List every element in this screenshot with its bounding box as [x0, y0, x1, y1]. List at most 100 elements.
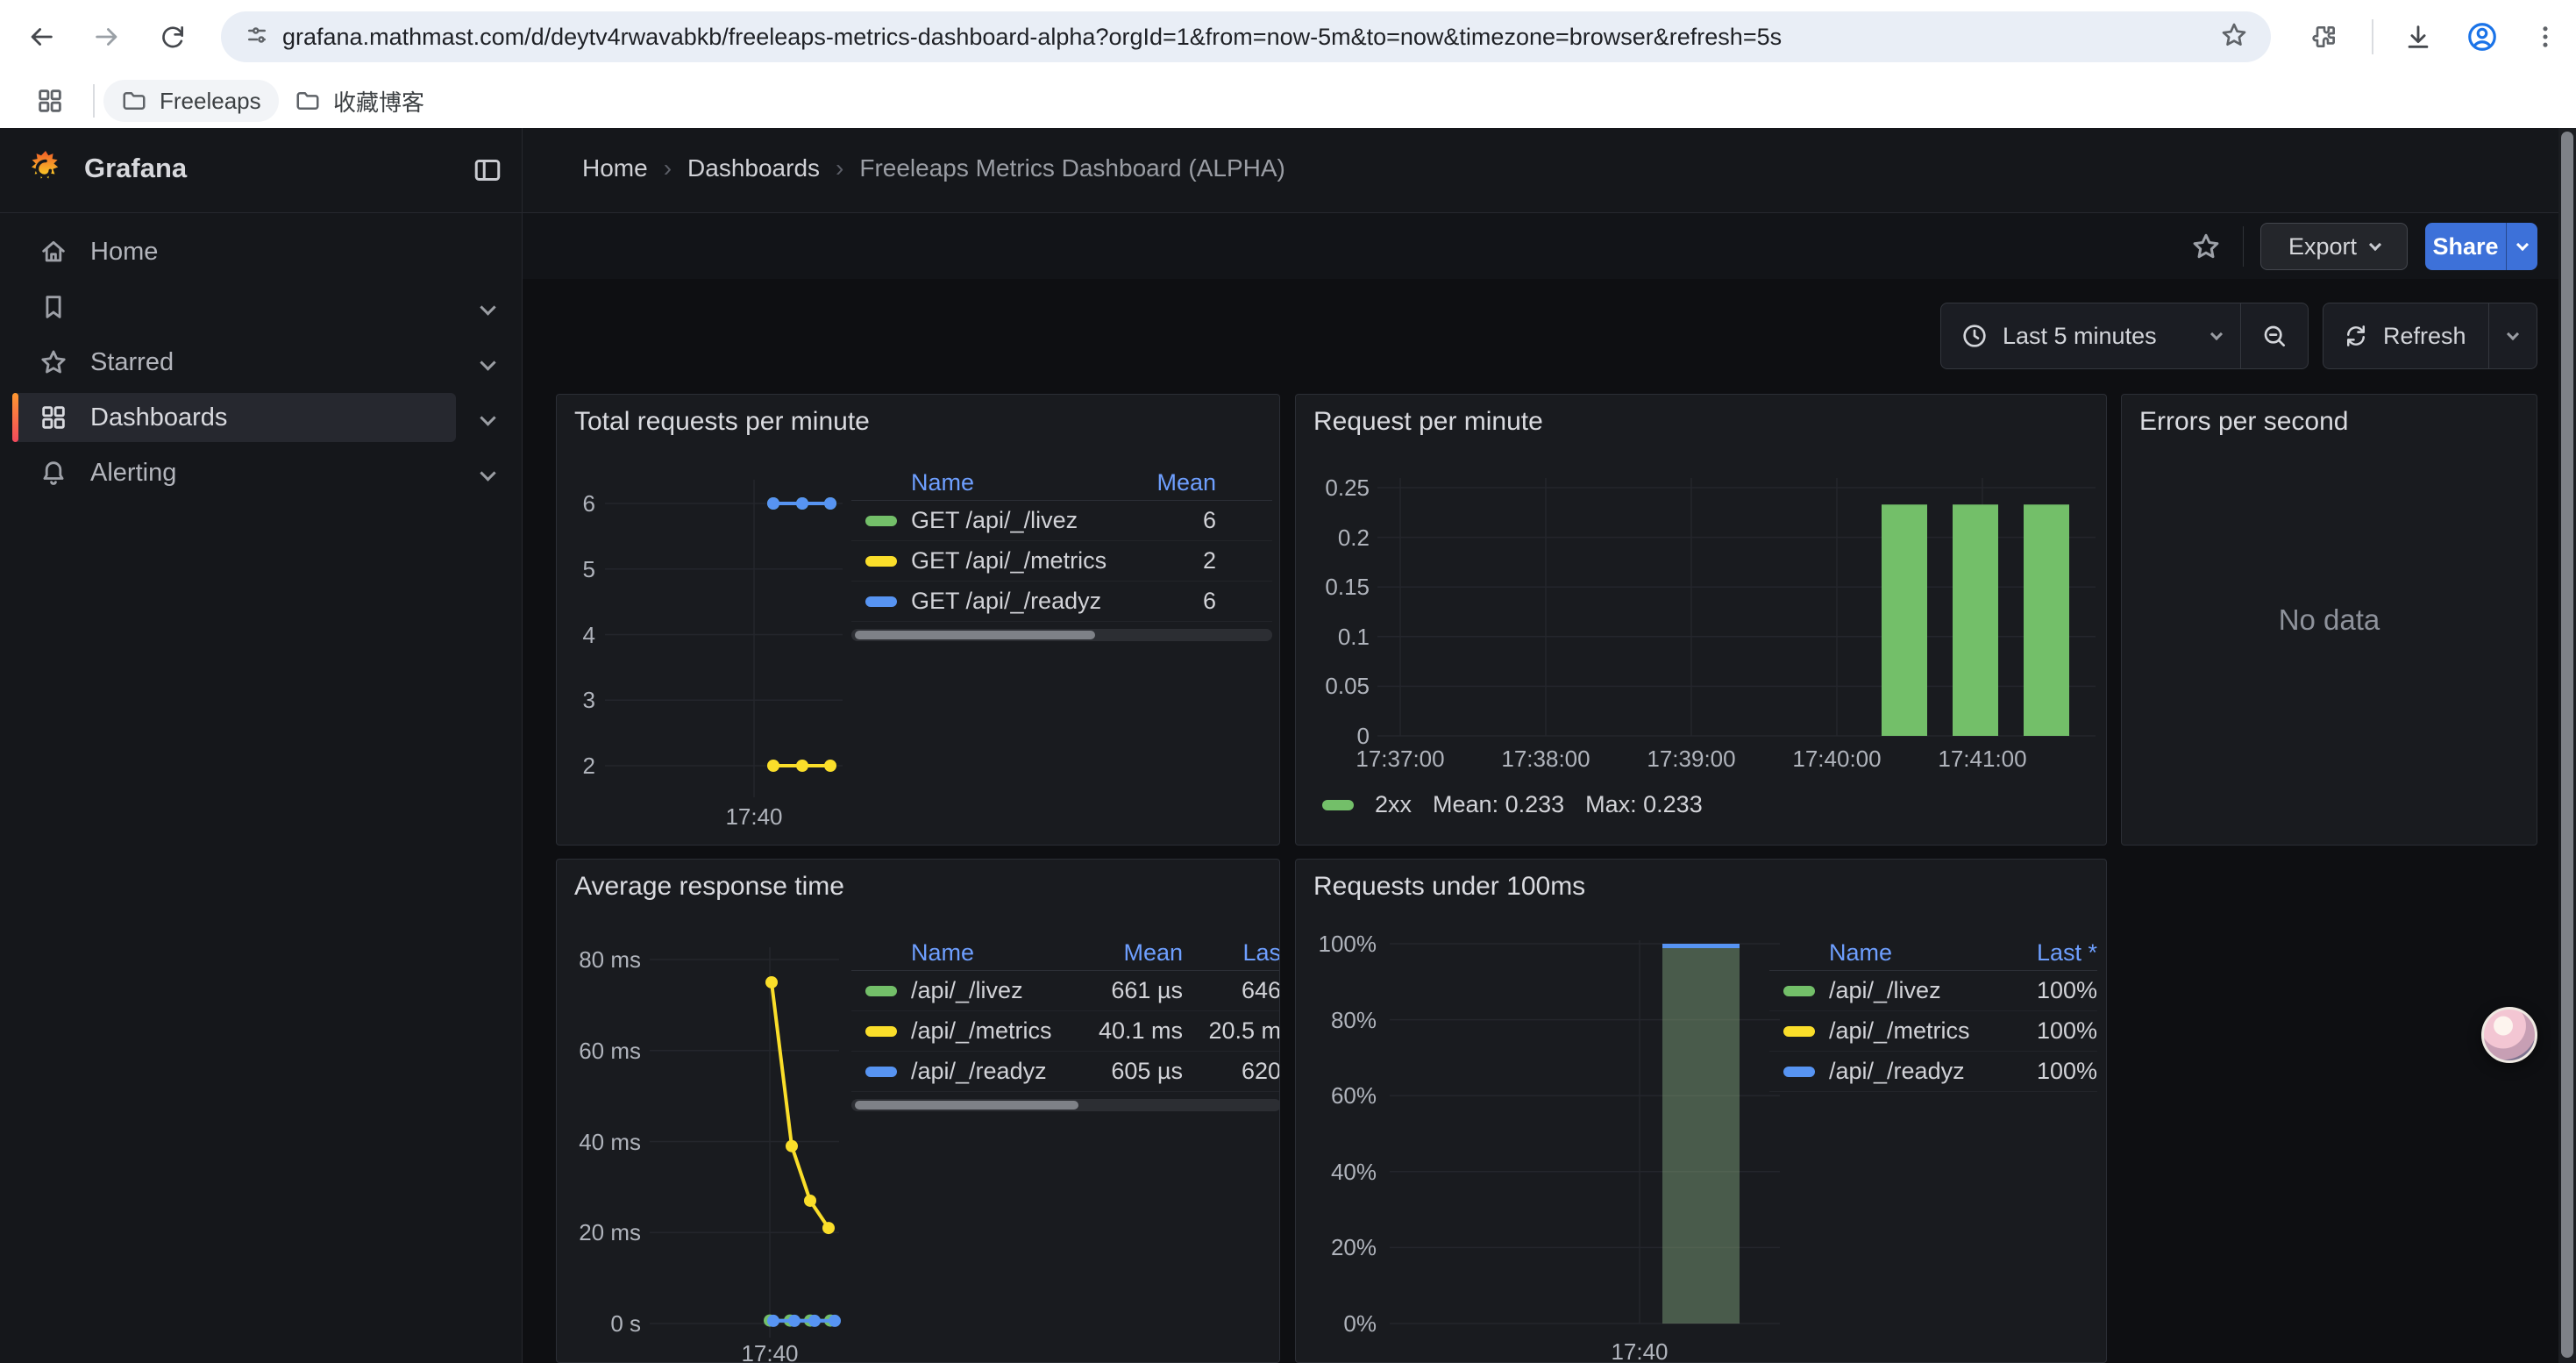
- assistant-avatar-button[interactable]: [2481, 1007, 2537, 1063]
- legend-row[interactable]: /api/_/readyz100%: [1769, 1052, 2097, 1092]
- downloads-icon[interactable]: [2393, 11, 2444, 62]
- sidebar-item-starred[interactable]: Starred: [0, 338, 522, 387]
- chevron-down-icon[interactable]: [480, 410, 495, 425]
- legend-row[interactable]: /api/_/livez661 µs646: [851, 971, 1280, 1011]
- zoom-out-icon: [2260, 322, 2288, 350]
- panel-request-per-minute[interactable]: Request per minute 0.250.20.150.10.05017…: [1295, 394, 2107, 846]
- share-dropdown[interactable]: [2506, 223, 2537, 270]
- series-mean: 605 µs: [1086, 1058, 1183, 1085]
- panel-title[interactable]: Request per minute: [1313, 407, 1543, 437]
- legend-header-name[interactable]: Name: [851, 939, 1086, 967]
- legend-row[interactable]: /api/_/metrics40.1 ms20.5 m: [851, 1011, 1280, 1052]
- refresh-label: Refresh: [2383, 323, 2466, 350]
- requests-under-100ms-chart[interactable]: 100%80%60%40%20%0%17:40: [1296, 860, 2106, 1362]
- legend-row[interactable]: GET /api/_/livez6: [851, 501, 1272, 541]
- x-tick: 17:41:00: [1908, 746, 2057, 772]
- x-tick: 17:39:00: [1617, 746, 1766, 772]
- legend-header-name[interactable]: Name: [1769, 939, 2001, 967]
- legend-row[interactable]: /api/_/livez100%: [1769, 971, 2097, 1011]
- scrollbar-thumb[interactable]: [855, 1101, 1078, 1110]
- apps-grid-icon[interactable]: [35, 86, 65, 120]
- dashboard-canvas: Last 5 minutes Refresh Total requests pe…: [523, 279, 2558, 1363]
- breadcrumb-separator: ›: [648, 154, 687, 182]
- time-range-picker[interactable]: Last 5 minutes: [1941, 303, 2240, 368]
- legend-scrollbar[interactable]: [851, 1099, 1280, 1111]
- series-pill: [865, 1026, 897, 1037]
- bookmark-folder-blogs[interactable]: 收藏博客: [277, 80, 442, 122]
- toolbar-divider: [2243, 226, 2244, 267]
- bookmark-icon: [39, 292, 68, 322]
- refresh-interval-dropdown[interactable]: [2489, 303, 2537, 368]
- series-name: /api/_/livez: [911, 977, 1086, 1004]
- legend-header-last[interactable]: Last *: [2001, 939, 2097, 967]
- legend-header-name[interactable]: Name: [851, 469, 1146, 496]
- x-tick: 17:37:00: [1326, 746, 1475, 772]
- panel-average-response-time[interactable]: Average response time 80 ms60 ms40 ms20 …: [556, 859, 1280, 1363]
- grafana-logo[interactable]: [25, 149, 67, 196]
- grafana-brand[interactable]: Grafana: [84, 153, 187, 184]
- legend-row[interactable]: GET /api/_/readyz6: [851, 582, 1272, 622]
- panel-errors-per-second[interactable]: Errors per second No data: [2121, 394, 2537, 846]
- series-pill: [1322, 800, 1354, 810]
- x-tick: 17:40:00: [1762, 746, 1911, 772]
- legend-row[interactable]: /api/_/readyz605 µs620: [851, 1052, 1280, 1092]
- sidebar-item-alerting[interactable]: Alerting: [0, 448, 522, 497]
- profile-icon[interactable]: [2457, 11, 2508, 62]
- legend-scrollbar[interactable]: [851, 629, 1272, 641]
- chevron-down-icon[interactable]: [480, 465, 495, 481]
- bookmark-folder-freeleaps[interactable]: Freeleaps: [103, 80, 279, 122]
- back-button[interactable]: [16, 11, 67, 62]
- grafana-header: Grafana Home›Dashboards›Freeleaps Metric…: [0, 128, 2576, 213]
- sidebar-item-bookmarks[interactable]: [0, 282, 522, 332]
- extensions-icon[interactable]: [2299, 11, 2350, 62]
- legend-header-mean[interactable]: Mean: [1086, 939, 1183, 967]
- zoom-out-button[interactable]: [2241, 303, 2308, 368]
- legend-header-last[interactable]: Las: [1183, 939, 1280, 967]
- legend-table: Name Mean GET /api/_/livez6 GET /api/_/m…: [851, 466, 1272, 641]
- y-tick: 0.1: [1296, 624, 1370, 650]
- series-pill: [1783, 986, 1815, 996]
- scrollbar-thumb[interactable]: [2561, 132, 2573, 1358]
- chevron-down-icon[interactable]: [480, 299, 495, 315]
- legend[interactable]: 2xx Mean: 0.233 Max: 0.233: [1322, 791, 1703, 818]
- legend-row[interactable]: GET /api/_/metrics2: [851, 541, 1272, 582]
- panel-total-requests-per-minute[interactable]: Total requests per minute 6543217:40 Nam…: [556, 394, 1280, 846]
- refresh-button[interactable]: Refresh: [2323, 303, 2488, 368]
- panel-title[interactable]: Average response time: [574, 872, 844, 902]
- series-mean: 2: [1146, 547, 1216, 574]
- legend-header-mean[interactable]: Mean: [1146, 469, 1216, 496]
- share-button-main[interactable]: Share: [2425, 223, 2506, 270]
- y-tick: 100%: [1296, 931, 1377, 957]
- legend-row[interactable]: /api/_/metrics100%: [1769, 1011, 2097, 1052]
- x-tick: 17:38:00: [1471, 746, 1620, 772]
- favorite-star-icon[interactable]: [2190, 231, 2222, 267]
- dock-toggle-icon[interactable]: [472, 154, 503, 190]
- request-per-minute-chart[interactable]: 0.250.20.150.10.05017:37:0017:38:0017:39…: [1296, 395, 2106, 845]
- panel-requests-under-100ms[interactable]: Requests under 100ms 100%80%60%40%20%0%1…: [1295, 859, 2107, 1363]
- y-tick: 2: [557, 753, 595, 779]
- sidebar-item-home[interactable]: Home: [0, 227, 522, 276]
- y-tick: 20 ms: [557, 1219, 641, 1245]
- series-name: 2xx: [1375, 791, 1412, 818]
- export-button[interactable]: Export: [2260, 223, 2408, 270]
- bookmark-star-icon[interactable]: [2220, 21, 2248, 54]
- panel-title[interactable]: Errors per second: [2139, 407, 2348, 437]
- y-tick: 5: [557, 556, 595, 582]
- panel-title[interactable]: Requests under 100ms: [1313, 872, 1585, 902]
- reload-button[interactable]: [147, 11, 198, 62]
- menu-kebab-icon[interactable]: [2520, 11, 2571, 62]
- forward-button[interactable]: [82, 11, 132, 62]
- breadcrumb-dashboards[interactable]: Dashboards: [687, 154, 820, 182]
- panel-title[interactable]: Total requests per minute: [574, 407, 870, 437]
- y-tick: 0%: [1296, 1310, 1377, 1337]
- share-button[interactable]: Share: [2425, 223, 2537, 270]
- scrollbar-thumb[interactable]: [855, 631, 1095, 639]
- site-info-icon[interactable]: [244, 22, 270, 53]
- series-last: 100%: [2001, 1017, 2097, 1045]
- sidebar-item-dashboards[interactable]: Dashboards: [0, 393, 522, 442]
- url-text[interactable]: grafana.mathmast.com/d/deytv4rwavabkb/fr…: [282, 24, 2220, 51]
- breadcrumb-home[interactable]: Home: [582, 154, 648, 182]
- page-scrollbar[interactable]: [2558, 128, 2576, 1363]
- url-bar[interactable]: grafana.mathmast.com/d/deytv4rwavabkb/fr…: [221, 11, 2271, 62]
- chevron-down-icon[interactable]: [480, 354, 495, 370]
